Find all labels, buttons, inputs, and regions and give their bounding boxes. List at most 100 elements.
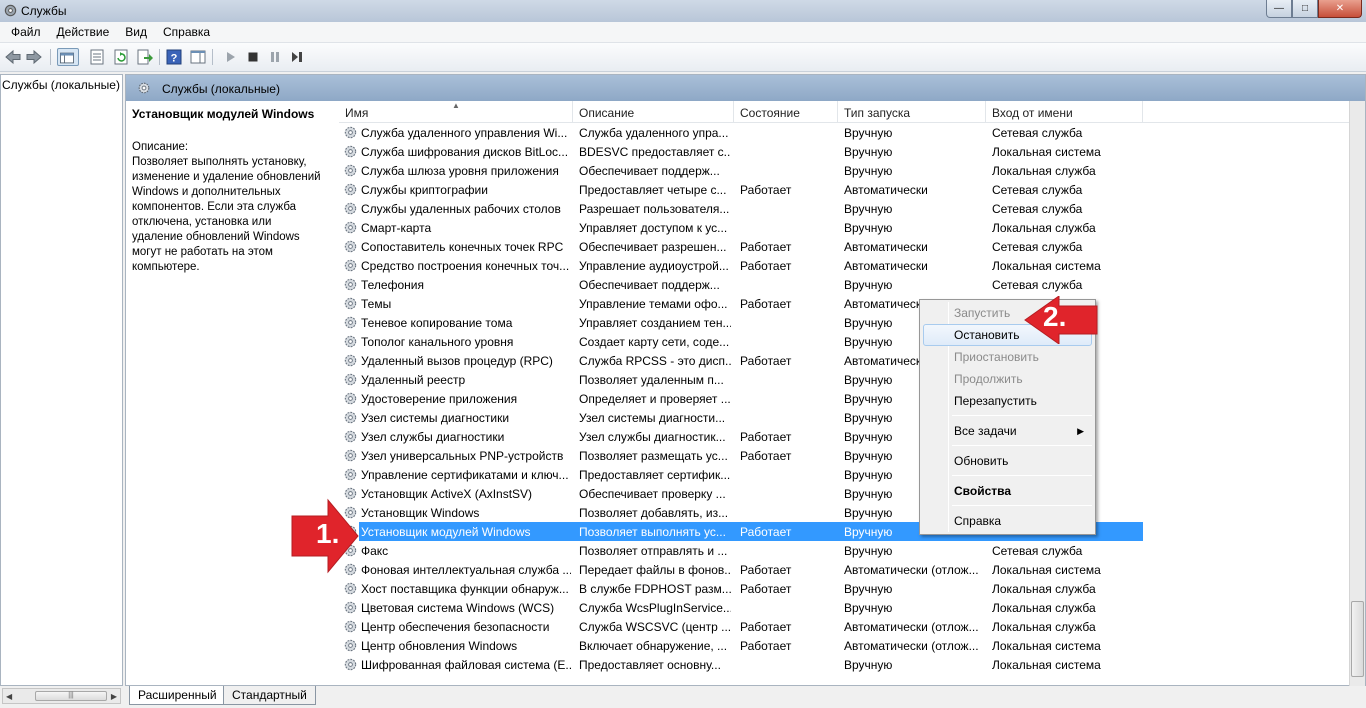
menu-item-pause[interactable]: Приостановить — [923, 346, 1092, 368]
scroll-thumb[interactable]: ||| — [35, 691, 107, 701]
column-state[interactable]: Состояние — [734, 101, 838, 123]
cell-startup-type: Вручную — [844, 658, 893, 672]
table-row[interactable]: Темы Управление темами офо... Работает Авто… — [339, 294, 1349, 313]
minimize-button[interactable]: — — [1266, 0, 1292, 18]
table-row[interactable]: Цветовая система Windows (WCS) Служба Wcs… — [339, 598, 1349, 617]
table-row[interactable]: Удаленный вызов процедур (RPC) Служба RPC… — [339, 351, 1349, 370]
forward-arrow-icon[interactable] — [25, 48, 43, 66]
table-row[interactable]: Хост поставщика функции обнаруж... В служ… — [339, 579, 1349, 598]
menu-bar: Файл Действие Вид Справка — [0, 22, 1366, 43]
menu-item-refresh[interactable]: Обновить — [923, 450, 1092, 472]
tree-node-services-local[interactable]: Службы (локальные) — [2, 78, 120, 92]
table-row[interactable]: Средство построения конечных точ... Управ… — [339, 256, 1349, 275]
column-description[interactable]: Описание — [573, 101, 734, 123]
cell-state: Работает — [740, 354, 792, 368]
cell-state: Работает — [740, 639, 792, 653]
cell-description: Разрешает пользователя... — [579, 202, 730, 216]
menu-item-resume[interactable]: Продолжить — [923, 368, 1092, 390]
table-row[interactable]: Тополог канального уровня Создает карту с… — [339, 332, 1349, 351]
close-button[interactable]: ✕ — [1318, 0, 1362, 18]
table-row[interactable]: Смарт-карта Управляет доступом к ус... Вру… — [339, 218, 1349, 237]
table-row[interactable]: Установщик Windows Позволяет добавлять, и… — [339, 503, 1349, 522]
table-row[interactable]: Службы удаленных рабочих столов Разрешает… — [339, 199, 1349, 218]
properties-list-icon[interactable] — [88, 48, 106, 66]
service-gear-icon — [343, 163, 358, 178]
cell-name: Центр обновления Windows — [361, 639, 518, 653]
service-gear-icon — [343, 600, 358, 615]
menu-item-properties[interactable]: Свойства — [923, 480, 1092, 502]
cell-state: Работает — [740, 259, 792, 273]
table-row[interactable]: Установщик ActiveX (AxInstSV) Обеспечивае… — [339, 484, 1349, 503]
table-row[interactable]: Удаленный реестр Позволяет удаленным п...… — [339, 370, 1349, 389]
table-row[interactable]: Узел системы диагностики Узел системы диа… — [339, 408, 1349, 427]
help-icon[interactable]: ? — [165, 48, 183, 66]
column-startup-type[interactable]: Тип запуска — [838, 101, 986, 123]
table-row[interactable]: Факс Позволяет отправлять и ... Вручную Сет… — [339, 541, 1349, 560]
table-row[interactable]: Управление сертификатами и ключ... Предос… — [339, 465, 1349, 484]
tab-extended[interactable]: Расширенный — [129, 686, 226, 705]
pane-title: Службы (локальные) — [162, 82, 280, 96]
service-gear-icon — [343, 144, 358, 159]
menu-file[interactable]: Файл — [3, 22, 49, 42]
table-row[interactable]: Телефония Обеспечивает поддерж... Вручную С… — [339, 275, 1349, 294]
service-rows: Служба удаленного управления Wi... Служба… — [339, 123, 1349, 674]
cell-startup-type: Вручную — [844, 601, 893, 615]
table-row[interactable]: Удостоверение приложения Определяет и про… — [339, 389, 1349, 408]
menu-help[interactable]: Справка — [155, 22, 218, 42]
maximize-button[interactable]: □ — [1292, 0, 1318, 18]
sort-ascending-icon: ▲ — [452, 101, 460, 110]
list-vertical-scrollbar[interactable] — [1349, 101, 1365, 687]
table-row[interactable]: Служба шифрования дисков BitLoc... BDESVC… — [339, 142, 1349, 161]
cell-state: Работает — [740, 582, 792, 596]
cell-name: Темы — [361, 297, 392, 311]
cell-name: Хост поставщика функции обнаруж... — [361, 582, 569, 596]
stop-icon[interactable] — [244, 48, 262, 66]
cell-name: Удостоверение приложения — [361, 392, 518, 406]
table-row[interactable]: Сопоставитель конечных точек RPC Обеспечи… — [339, 237, 1349, 256]
cell-startup-type: Автоматически (отлож... — [844, 639, 979, 653]
cell-state: Работает — [740, 525, 792, 539]
cell-name: Теневое копирование тома — [361, 316, 513, 330]
cell-logon-as: Локальная служба — [992, 582, 1096, 596]
table-row[interactable]: Служба удаленного управления Wi... Служба… — [339, 123, 1349, 142]
back-arrow-icon[interactable] — [4, 48, 22, 66]
refresh-icon[interactable] — [112, 48, 130, 66]
menu-separator — [952, 475, 1092, 476]
cell-name: Узел универсальных PNP-устройств — [361, 449, 564, 463]
table-row[interactable]: Узел службы диагностики Узел службы диагн… — [339, 427, 1349, 446]
column-logon-as[interactable]: Вход от имени — [986, 101, 1143, 123]
menu-item-restart[interactable]: Перезапустить — [923, 390, 1092, 412]
action-pane-icon[interactable] — [189, 48, 207, 66]
menu-view[interactable]: Вид — [117, 22, 155, 42]
cell-name: Удаленный вызов процедур (RPC) — [361, 354, 553, 368]
cell-name: Установщик Windows — [361, 506, 480, 520]
tab-standard[interactable]: Стандартный — [223, 686, 316, 705]
cell-state: Работает — [740, 563, 792, 577]
table-row[interactable]: Теневое копирование тома Управляет создан… — [339, 313, 1349, 332]
scroll-thumb[interactable] — [1351, 601, 1364, 677]
export-list-icon[interactable] — [136, 48, 154, 66]
table-row[interactable]: Центр обновления Windows Включает обнаруж… — [339, 636, 1349, 655]
cell-state: Работает — [740, 183, 792, 197]
menu-item-help[interactable]: Справка — [923, 510, 1092, 532]
scroll-right-icon[interactable]: ▶ — [111, 692, 117, 701]
play-icon[interactable] — [222, 48, 240, 66]
service-gear-icon — [343, 239, 358, 254]
service-gear-icon — [343, 657, 358, 672]
table-row[interactable]: Служба шлюза уровня приложения Обеспечива… — [339, 161, 1349, 180]
table-row[interactable]: Фоновая интеллектуальная служба ... Перед… — [339, 560, 1349, 579]
table-row[interactable]: Шифрованная файловая система (E... Предос… — [339, 655, 1349, 674]
cell-name: Служба шлюза уровня приложения — [361, 164, 559, 178]
tree-horizontal-scrollbar[interactable]: ◀ ||| ▶ — [2, 688, 121, 704]
table-row[interactable]: Службы криптографии Предоставляет четыре … — [339, 180, 1349, 199]
menu-action[interactable]: Действие — [49, 22, 118, 42]
table-row[interactable]: Центр обеспечения безопасности Служба WSC… — [339, 617, 1349, 636]
service-details: Установщик модулей Windows Описание: Поз… — [132, 107, 332, 275]
cell-name: Шифрованная файловая система (E... — [361, 658, 571, 672]
menu-item-all-tasks[interactable]: Все задачи ▶ — [923, 420, 1092, 442]
table-row[interactable]: Узел универсальных PNP-устройств Позволяе… — [339, 446, 1349, 465]
show-console-tree-icon[interactable] — [57, 48, 79, 66]
restart-icon[interactable] — [288, 48, 306, 66]
pause-icon[interactable] — [266, 48, 284, 66]
scroll-left-icon[interactable]: ◀ — [6, 692, 12, 701]
